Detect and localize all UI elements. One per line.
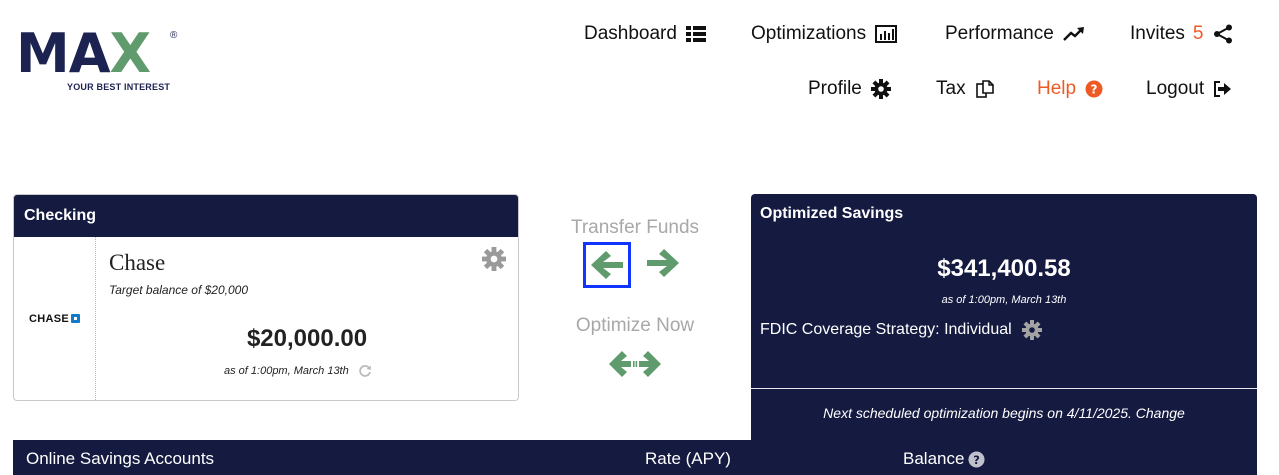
invites-count-badge: 5 bbox=[1192, 23, 1204, 44]
target-balance: Target balance of $20,000 bbox=[109, 283, 249, 297]
nav-logout[interactable]: Logout bbox=[1146, 78, 1232, 100]
nav-optimizations-label: Optimizations bbox=[751, 23, 867, 44]
savings-card-title: Optimized Savings bbox=[760, 205, 904, 222]
nav-performance-label: Performance bbox=[945, 23, 1054, 44]
logo-wordmark: MAX bbox=[16, 22, 151, 85]
nav-tax[interactable]: Tax bbox=[936, 78, 995, 100]
savings-accounts-table-header: Online Savings Accounts Rate (APY) Balan… bbox=[13, 440, 1257, 475]
checking-card-title: Checking bbox=[14, 195, 518, 237]
optimize-now-title: Optimize Now bbox=[575, 315, 695, 336]
nav-dashboard[interactable]: Dashboard bbox=[584, 23, 706, 45]
arrow-right-icon bbox=[647, 249, 679, 277]
nav-help[interactable]: Help ? bbox=[1037, 78, 1103, 100]
col-balance: Balance ? bbox=[903, 449, 985, 469]
refresh-icon[interactable] bbox=[358, 364, 372, 378]
share-icon bbox=[1213, 24, 1232, 44]
transfer-to-savings-button[interactable] bbox=[645, 247, 681, 284]
chase-logo: CHASE bbox=[29, 313, 80, 325]
optimize-now-button[interactable] bbox=[607, 347, 663, 386]
list-icon bbox=[685, 26, 706, 42]
next-optimization-notice[interactable]: Next scheduled optimization begins on 4/… bbox=[751, 405, 1257, 421]
nav-profile[interactable]: Profile bbox=[808, 78, 891, 100]
checking-settings-gear-icon[interactable] bbox=[482, 247, 506, 271]
bar-chart-icon bbox=[875, 25, 898, 43]
trend-up-icon bbox=[1062, 27, 1084, 41]
savings-balance: $341,400.58 bbox=[937, 255, 1071, 282]
double-arrow-icon bbox=[609, 351, 661, 377]
bank-logo-column: CHASE bbox=[14, 237, 96, 400]
balance-help-icon[interactable]: ? bbox=[968, 450, 985, 468]
nav-tax-label: Tax bbox=[936, 78, 966, 99]
nav-profile-label: Profile bbox=[808, 78, 862, 99]
svg-text:?: ? bbox=[1091, 83, 1098, 97]
transfer-funds-title: Transfer Funds bbox=[570, 217, 700, 238]
checking-as-of: as of 1:00pm, March 13th bbox=[224, 364, 372, 378]
col-rate-apy: Rate (APY) bbox=[645, 449, 731, 468]
nav-help-label: Help bbox=[1037, 78, 1077, 99]
bank-name: Chase bbox=[109, 250, 166, 275]
chase-octagon-icon bbox=[71, 314, 80, 323]
copy-documents-icon bbox=[975, 80, 994, 98]
sign-out-icon bbox=[1214, 81, 1232, 97]
max-logo[interactable]: MAX ® YOUR BEST INTEREST bbox=[16, 22, 186, 98]
logo-tagline: YOUR BEST INTEREST bbox=[67, 82, 171, 92]
svg-text:?: ? bbox=[974, 452, 981, 466]
transfer-to-checking-button[interactable] bbox=[583, 242, 631, 288]
col-online-savings-accounts: Online Savings Accounts bbox=[26, 449, 215, 468]
checking-card: Checking CHASE Chase Target balance of $… bbox=[13, 194, 519, 401]
nav-invites-label: Invites bbox=[1130, 23, 1185, 44]
nav-dashboard-label: Dashboard bbox=[584, 23, 677, 44]
question-circle-icon: ? bbox=[1085, 80, 1103, 98]
arrow-left-icon bbox=[591, 251, 623, 279]
savings-as-of: as of 1:00pm, March 13th bbox=[941, 294, 1067, 306]
nav-logout-label: Logout bbox=[1146, 78, 1205, 99]
nav-optimizations[interactable]: Optimizations bbox=[751, 23, 898, 45]
savings-divider bbox=[751, 388, 1257, 389]
nav-performance[interactable]: Performance bbox=[945, 23, 1085, 45]
optimized-savings-card: Optimized Savings $341,400.58 as of 1:00… bbox=[751, 194, 1257, 440]
gear-icon bbox=[870, 79, 891, 99]
checking-balance: $20,000.00 bbox=[246, 325, 368, 352]
fdic-settings-gear-icon[interactable] bbox=[1021, 320, 1042, 340]
fdic-coverage-strategy: FDIC Coverage Strategy: Individual bbox=[760, 320, 1042, 340]
registered-mark: ® bbox=[170, 30, 178, 41]
nav-invites[interactable]: Invites 5 bbox=[1130, 23, 1233, 45]
